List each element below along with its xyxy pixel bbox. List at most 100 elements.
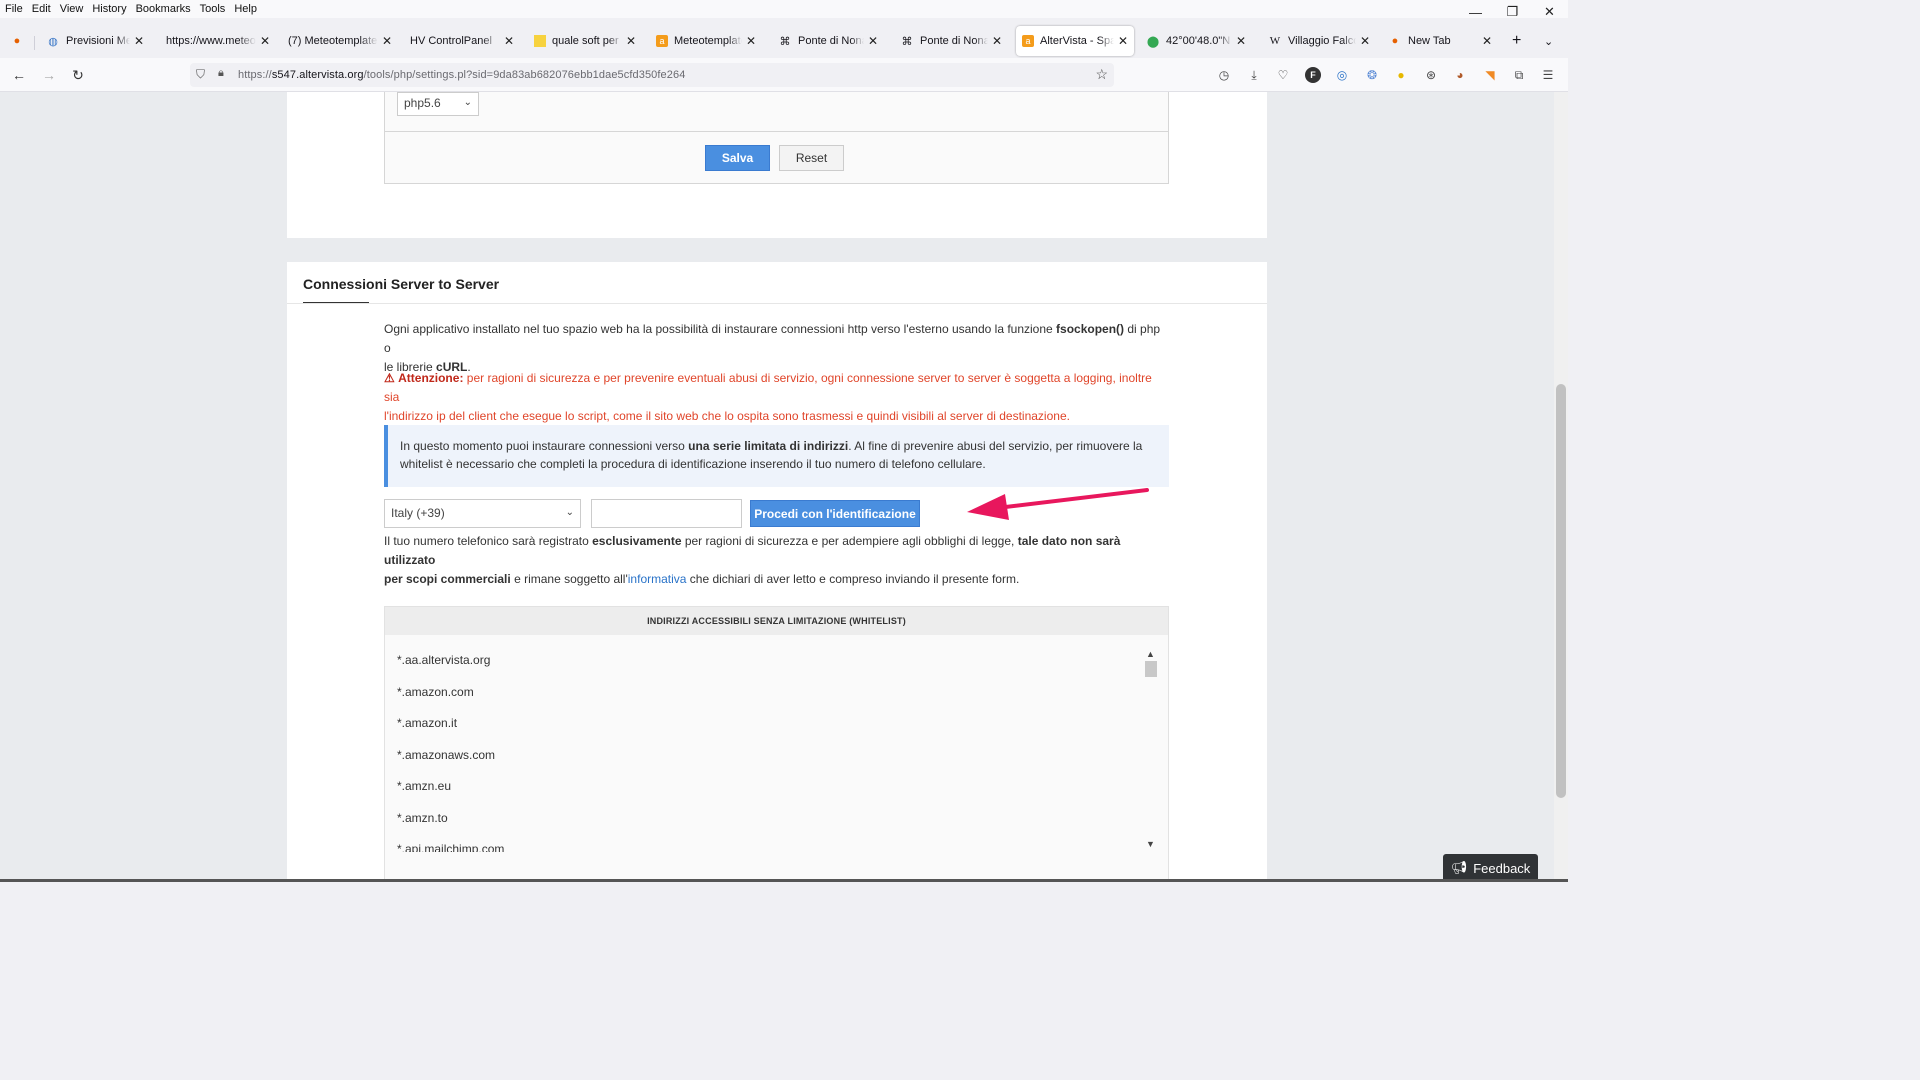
save-button[interactable]: Salva [705, 145, 770, 171]
close-tab-icon[interactable]: ✕ [1118, 34, 1128, 48]
rss-icon[interactable]: ◥ [1482, 67, 1498, 83]
extension-globe-icon[interactable]: ❂ [1364, 67, 1380, 83]
section-title: Connessioni Server to Server [303, 276, 500, 292]
list-item: *.amazonaws.com [397, 747, 496, 762]
tab-villaggio-falcone[interactable]: W Villaggio Falcone ✕ [1262, 26, 1376, 56]
firefox-icon: ● [1391, 35, 1399, 47]
page-scrollbar[interactable] [1554, 92, 1568, 882]
lock-icon[interactable]: 🔒︎ [218, 67, 224, 80]
whitelist-header: INDIRIZZI ACCESSIBILI SENZA LIMITAZIONE … [385, 607, 1168, 635]
list-item: *.amazon.it [397, 716, 458, 730]
list-item: *.amzn.to [397, 810, 448, 825]
bookmark-star-icon[interactable]: ☆ [1095, 66, 1108, 83]
reset-button[interactable]: Reset [779, 145, 844, 171]
extension-f-icon[interactable]: F [1305, 67, 1321, 83]
back-button[interactable]: ← [6, 62, 32, 88]
country-code-select[interactable]: Italy (+39) ⌄ [384, 499, 581, 528]
hamburger-menu-icon[interactable]: ☰ [1540, 67, 1556, 83]
php-version-form: php5.6 ⌄ Salva Reset [384, 92, 1169, 184]
chevron-down-icon: ⌄ [565, 507, 574, 518]
tab-quale-soft[interactable]: quale soft per Wi ✕ [528, 26, 642, 56]
phone-number-input[interactable] [591, 499, 742, 528]
arrow-right-icon: → [42, 67, 56, 83]
globe-icon: ◍ [48, 35, 58, 48]
firefox-view-button[interactable]: ● [4, 26, 28, 56]
menu-file[interactable]: File [5, 3, 23, 15]
extensions-puzzle-icon[interactable]: ⧉ [1511, 67, 1527, 83]
menu-bookmarks[interactable]: Bookmarks [136, 3, 191, 15]
restore-button[interactable]: ❐ [1494, 0, 1531, 24]
close-tab-icon[interactable]: ✕ [260, 34, 270, 48]
informativa-link[interactable]: informativa [628, 572, 687, 586]
menu-bar: File Edit View History Bookmarks Tools H… [0, 0, 1568, 18]
close-tab-icon[interactable]: ✕ [1482, 34, 1492, 48]
extension-cookie-icon[interactable]: ◕ [1452, 67, 1468, 83]
note-icon [534, 35, 546, 47]
tab-altervista[interactable]: a AlterVista - Spazio ✕ [1016, 26, 1134, 56]
new-tab-button[interactable]: + [1506, 26, 1532, 56]
map-pin-icon: ⬤ [1146, 35, 1160, 48]
close-tab-icon[interactable]: ✕ [992, 34, 1002, 48]
tab-new-tab[interactable]: ● New Tab ✕ [1382, 26, 1498, 56]
firefox-icon: ● [13, 35, 21, 47]
php-settings-card: php5.6 ⌄ Salva Reset [287, 92, 1267, 238]
tracks-icon: ⌘ [779, 35, 791, 48]
php-version-select[interactable]: php5.6 ⌄ [397, 92, 479, 116]
close-tab-icon[interactable]: ✕ [504, 34, 514, 48]
pocket-icon[interactable]: ♡ [1275, 67, 1291, 83]
close-window-button[interactable]: ✕ [1531, 0, 1568, 24]
altervista-icon: a [1022, 35, 1034, 47]
close-tab-icon[interactable]: ✕ [746, 34, 756, 48]
menu-tools[interactable]: Tools [200, 3, 226, 15]
list-item: *.amzn.eu [397, 779, 452, 793]
menu-view[interactable]: View [60, 3, 84, 15]
close-tab-icon[interactable]: ✕ [1360, 34, 1370, 48]
megaphone-icon: 📢︎ [1450, 860, 1468, 875]
address-bar[interactable]: ⛉ 🔒︎ https://s547.altervista.org/tools/p… [190, 63, 1114, 87]
wikipedia-icon: W [1269, 35, 1281, 47]
whitelist-panel: INDIRIZZI ACCESSIBILI SENZA LIMITAZIONE … [384, 606, 1169, 882]
tab-previsioni-meteo[interactable]: ◍ Previsioni Meteo | ✕ [40, 26, 150, 56]
list-item: *.aa.altervista.org [397, 653, 491, 667]
shield-icon[interactable]: ⛉ [196, 67, 205, 82]
list-item: *.amazon.com [397, 684, 474, 699]
tab-meteoam[interactable]: https://www.meteoam ✕ [160, 26, 276, 56]
chevron-down-icon[interactable]: ▼ [1146, 839, 1155, 849]
extension-aperture-icon[interactable]: ⊛ [1423, 67, 1439, 83]
warning-paragraph: ⚠ Attenzione: per ragioni di sicurezza e… [384, 371, 1152, 423]
extension-circle-icon[interactable]: ◎ [1334, 67, 1350, 83]
whitelist-scrollbar[interactable]: ▲ ▼ [1143, 647, 1159, 857]
chevron-down-icon: ⌄ [463, 97, 472, 108]
menu-history[interactable]: History [92, 3, 126, 15]
menu-edit[interactable]: Edit [32, 3, 51, 15]
tab-ponte-di-nona-2[interactable]: ⌘ Ponte di Nona M ✕ [894, 26, 1008, 56]
list-all-tabs-button[interactable]: ⌄ [1538, 26, 1564, 56]
tab-meteotemplate-forum[interactable]: (7) Meteotemplate Fo ✕ [282, 26, 398, 56]
forward-button[interactable]: → [36, 62, 62, 88]
chevron-up-icon[interactable]: ▲ [1146, 649, 1155, 659]
download-icon[interactable]: ⤓ [1246, 67, 1262, 83]
close-tab-icon[interactable]: ✕ [382, 34, 392, 48]
close-tab-icon[interactable]: ✕ [868, 34, 878, 48]
tab-meteotemplate-sc[interactable]: a Meteotemplate Sc ✕ [650, 26, 762, 56]
reload-icon: ↻ [72, 66, 84, 83]
reload-button[interactable]: ↻ [65, 62, 91, 88]
chevron-down-icon: ⌄ [1544, 35, 1554, 48]
extension-lemon-icon[interactable]: ● [1393, 67, 1409, 83]
altervista-icon: a [656, 35, 668, 47]
warning-triangle-icon: ⚠ [384, 371, 395, 385]
tab-bar: ● ◍ Previsioni Meteo | ✕ https://www.met… [0, 24, 1568, 58]
close-tab-icon[interactable]: ✕ [1236, 34, 1246, 48]
close-tab-icon[interactable]: ✕ [626, 34, 636, 48]
tab-coordinates[interactable]: ⬤ 42°00'48.0"N 12°5 ✕ [1140, 26, 1252, 56]
history-icon[interactable]: ◷ [1216, 67, 1232, 83]
whitelist-list[interactable]: *.aa.altervista.org *.amazon.com *.amazo… [397, 653, 504, 852]
scrollbar-thumb[interactable] [1556, 384, 1566, 798]
feedback-button[interactable]: 📢︎ Feedback [1443, 854, 1538, 882]
menu-help[interactable]: Help [234, 3, 257, 15]
minimize-button[interactable]: — [1457, 0, 1494, 24]
tab-hv-controlpanel[interactable]: HV ControlPanel ✕ [404, 26, 520, 56]
close-tab-icon[interactable]: ✕ [134, 34, 144, 48]
tab-ponte-di-nona-1[interactable]: ⌘ Ponte di Nona M ✕ [772, 26, 884, 56]
proceed-identification-button[interactable]: Procedi con l'identificazione [750, 500, 920, 527]
